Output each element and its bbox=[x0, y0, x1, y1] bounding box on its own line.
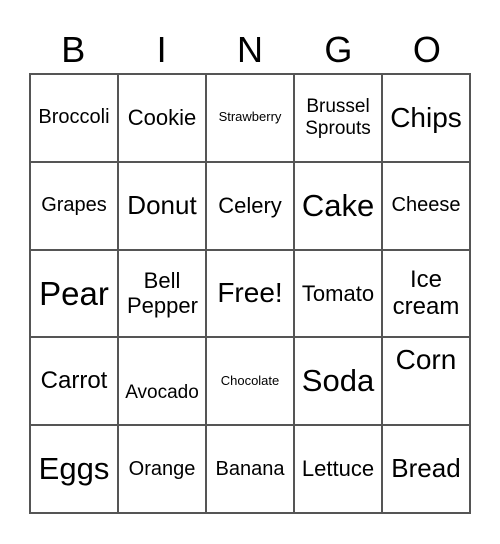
bingo-cell[interactable]: Chocolate bbox=[206, 337, 294, 426]
bingo-grid: Broccoli Cookie Strawberry Brussel Sprou… bbox=[29, 73, 471, 514]
bingo-cell[interactable]: Tomato bbox=[294, 249, 382, 338]
bingo-cell[interactable]: Orange bbox=[118, 425, 206, 513]
bingo-cell[interactable]: Lettuce bbox=[294, 425, 382, 513]
bingo-cell[interactable]: Pear bbox=[30, 249, 118, 338]
bingo-cell[interactable]: Avocado bbox=[118, 337, 206, 426]
header-letter-b: B bbox=[61, 29, 86, 70]
bingo-cell[interactable]: Cookie bbox=[118, 74, 206, 162]
bingo-header: B I N G O bbox=[29, 28, 471, 72]
bingo-cell[interactable]: Carrot bbox=[30, 337, 118, 426]
bingo-cell[interactable]: Bell Pepper bbox=[118, 249, 206, 338]
bingo-cell[interactable]: Grapes bbox=[30, 161, 118, 250]
bingo-cell[interactable]: Ice cream bbox=[382, 249, 470, 338]
header-letter-g: G bbox=[324, 29, 353, 70]
bingo-cell[interactable]: Celery bbox=[206, 161, 294, 250]
header-letter-n: N bbox=[237, 29, 264, 70]
bingo-cell[interactable]: Brussel Sprouts bbox=[294, 74, 382, 162]
bingo-cell[interactable]: Eggs bbox=[30, 425, 118, 513]
bingo-cell[interactable]: Soda bbox=[294, 337, 382, 426]
bingo-cell[interactable]: Banana bbox=[206, 425, 294, 513]
bingo-cell[interactable]: Chips bbox=[382, 74, 470, 162]
bingo-cell[interactable]: Corn bbox=[382, 337, 470, 426]
bingo-cell[interactable]: Donut bbox=[118, 161, 206, 250]
bingo-cell[interactable]: Cake bbox=[294, 161, 382, 250]
header-letter-i: I bbox=[156, 29, 167, 70]
free-space-cell[interactable]: Free! bbox=[206, 249, 294, 338]
bingo-cell[interactable]: Cheese bbox=[382, 161, 470, 250]
bingo-cell[interactable]: Bread bbox=[382, 425, 470, 513]
bingo-cell[interactable]: Strawberry bbox=[206, 74, 294, 162]
header-letter-o: O bbox=[412, 29, 441, 70]
bingo-cell[interactable]: Broccoli bbox=[30, 74, 118, 162]
